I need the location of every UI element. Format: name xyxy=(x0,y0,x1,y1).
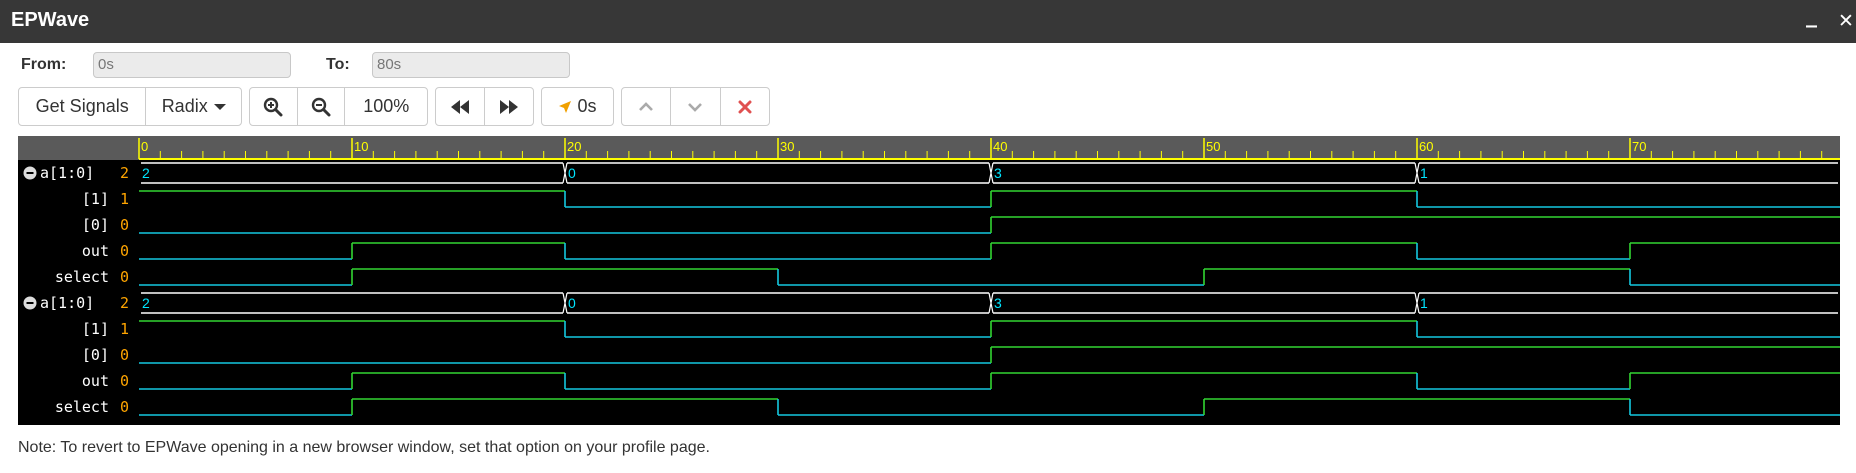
bus-value-label: 1 xyxy=(1420,165,1428,181)
from-label: From: xyxy=(21,56,67,73)
bus-value-label: 0 xyxy=(568,165,576,181)
ruler-tick-label: 70 xyxy=(1632,139,1646,154)
close-window-button[interactable]: ✕ xyxy=(1838,9,1854,33)
previous-edge-button[interactable] xyxy=(436,88,485,125)
bus-transition xyxy=(988,292,994,314)
bus-value-label: 3 xyxy=(994,295,1002,311)
signal-name: [0] xyxy=(82,346,109,364)
bus-value-label: 3 xyxy=(994,165,1002,181)
bus-value-label: 1 xyxy=(1420,295,1428,311)
bus-transition xyxy=(1414,162,1420,184)
signal-name: a[1:0] xyxy=(40,164,94,182)
zoom-out-button[interactable] xyxy=(298,88,346,125)
signal-value: 2 xyxy=(120,294,129,312)
cursor-time-button[interactable]: 0s xyxy=(542,88,613,125)
signal-value: 0 xyxy=(120,268,129,286)
bus-transition xyxy=(988,162,994,184)
rewind-icon xyxy=(450,99,469,114)
bus-value-label: 0 xyxy=(568,295,576,311)
move-up-button[interactable] xyxy=(622,88,672,125)
signal-name: select xyxy=(55,398,109,416)
cursor-group: 0s xyxy=(541,87,614,126)
zoom-level-button[interactable]: 100% xyxy=(345,88,427,125)
chevron-up-icon xyxy=(639,101,654,111)
next-edge-button[interactable] xyxy=(485,88,534,125)
bus-transition xyxy=(1414,292,1420,314)
zoom-group: 100% xyxy=(249,87,428,126)
minimize-button[interactable]: _ xyxy=(1806,4,1817,28)
signal-name: [0] xyxy=(82,216,109,234)
signal-value: 1 xyxy=(120,320,129,338)
signal-value: 2 xyxy=(120,164,129,182)
ruler-tick-label: 30 xyxy=(780,139,794,154)
signal-name: select xyxy=(55,268,109,286)
title-bar: EPWave _ ✕ xyxy=(0,0,1856,43)
ruler-tick-label: 40 xyxy=(993,139,1007,154)
signal-order-group xyxy=(621,87,770,126)
signal-name: [1] xyxy=(82,320,109,338)
profile-note: Note: To revert to EPWave opening in a n… xyxy=(18,439,710,456)
bus-value-label: 2 xyxy=(142,165,150,181)
chevron-down-icon xyxy=(688,102,703,112)
bus-transition xyxy=(562,292,568,314)
caret-down-icon xyxy=(213,103,226,110)
signals-group: Get Signals Radix xyxy=(18,87,242,126)
signal-value: 0 xyxy=(120,216,129,234)
ruler-tick-label: 20 xyxy=(567,139,581,154)
window-title: EPWave xyxy=(11,9,90,31)
cursor-time-label: 0s xyxy=(577,96,597,116)
signal-name: [1] xyxy=(82,190,109,208)
move-down-button[interactable] xyxy=(671,88,721,125)
ruler-tick-label: 10 xyxy=(354,139,368,154)
fast-forward-icon xyxy=(499,99,518,114)
remove-signal-button[interactable] xyxy=(721,88,769,125)
ruler-tick-label: 50 xyxy=(1206,139,1220,154)
signal-value: 1 xyxy=(120,190,129,208)
to-label: To: xyxy=(326,56,350,73)
signal-name: out xyxy=(82,372,109,390)
ruler-tick-label: 0 xyxy=(141,139,148,154)
cursor-arrow-icon xyxy=(559,100,572,113)
bus-transition xyxy=(562,162,568,184)
radix-dropdown[interactable]: Radix xyxy=(146,88,241,125)
time-ruler[interactable] xyxy=(18,136,1840,160)
from-field[interactable]: 0s xyxy=(93,52,291,78)
zoom-in-icon xyxy=(264,97,283,116)
close-icon xyxy=(738,100,752,113)
zoom-in-button[interactable] xyxy=(250,88,298,125)
bus-value-label: 2 xyxy=(142,295,150,311)
signal-value: 0 xyxy=(120,372,129,390)
signal-value: 0 xyxy=(120,346,129,364)
signal-name: a[1:0] xyxy=(40,294,94,312)
signal-value: 0 xyxy=(120,398,129,416)
to-field[interactable]: 80s xyxy=(372,52,570,78)
ruler-tick-label: 60 xyxy=(1419,139,1433,154)
signal-name: out xyxy=(82,242,109,260)
radix-label: Radix xyxy=(161,96,208,116)
zoom-out-icon xyxy=(311,97,331,116)
navigate-group xyxy=(435,87,534,126)
get-signals-button[interactable]: Get Signals xyxy=(19,88,147,125)
waveform-canvas[interactable]: 0 10 20 30 40 50 60 70a[1:0] 2 2 0 3 1[1] 1[0] 0out 0se… xyxy=(18,136,1840,425)
signal-value: 0 xyxy=(120,242,129,260)
waveform-panel[interactable]: 0 10 20 30 40 50 60 70 a[1:0] 2 2 0 3 1 [1] 1 [0] 0 out 0 se… xyxy=(18,136,1840,425)
